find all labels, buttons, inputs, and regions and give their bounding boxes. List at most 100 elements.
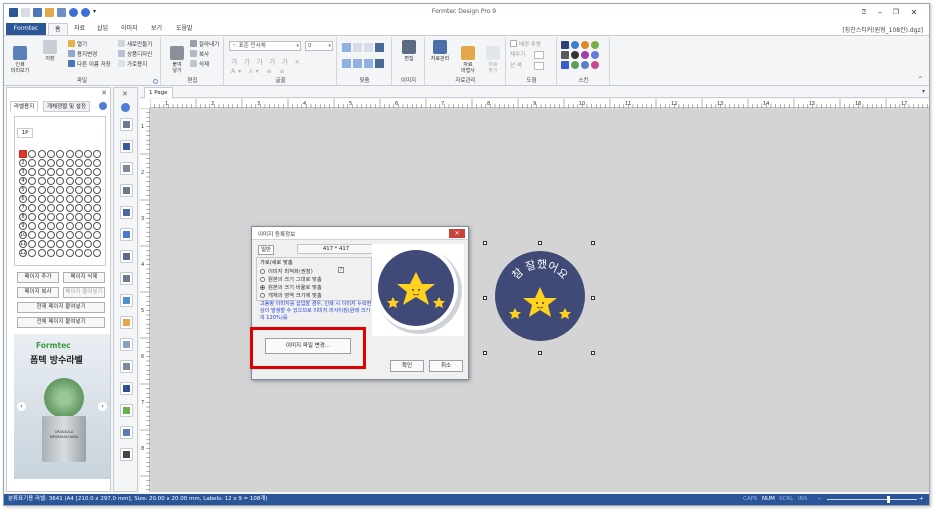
label-cell[interactable] [46, 168, 55, 176]
refresh-icon[interactable] [99, 102, 107, 110]
label-cell[interactable] [93, 240, 102, 248]
label-cell[interactable] [93, 186, 102, 194]
badge-tool-icon[interactable] [120, 316, 133, 329]
label-cell[interactable] [56, 195, 65, 203]
label-cell[interactable] [46, 195, 55, 203]
label-cell[interactable] [74, 213, 83, 221]
label-cell[interactable] [56, 249, 65, 257]
label-cell[interactable] [84, 186, 93, 194]
data-mgmt-button[interactable]: 자료관리 [428, 40, 452, 62]
restore-button[interactable]: ❐ [889, 7, 903, 18]
zoom-slider-thumb[interactable] [887, 496, 890, 503]
strip-settings-icon[interactable] [121, 103, 130, 112]
open-folder-icon[interactable] [45, 8, 54, 17]
cut-button[interactable]: 잘라내기 [190, 40, 219, 49]
label-cell[interactable] [65, 168, 74, 176]
tab-general[interactable]: 일반 [258, 245, 274, 255]
label-cell[interactable] [46, 231, 55, 239]
label-cell[interactable] [84, 249, 93, 257]
label-cell[interactable] [65, 177, 74, 185]
add-page-button[interactable]: 페이지 추가 [17, 272, 59, 283]
paper-change-button[interactable]: 용지변경 [68, 50, 97, 59]
label-cell[interactable]: 11 [19, 240, 27, 248]
label-cell[interactable] [28, 213, 37, 221]
crop-tool-icon[interactable] [120, 140, 133, 153]
skin-swatch[interactable] [571, 61, 579, 69]
font-size-select[interactable]: 0 [305, 41, 333, 51]
clipart-tool-icon[interactable] [120, 426, 133, 439]
tab-object-settings[interactable]: 개체정렬 및 설정 [43, 101, 90, 112]
label-cell[interactable] [74, 204, 83, 212]
label-cell[interactable] [74, 168, 83, 176]
label-cell[interactable] [93, 222, 102, 230]
valign-top-icon[interactable] [342, 59, 351, 68]
label-cell[interactable]: 12 [19, 249, 27, 257]
page-settings-button[interactable]: 가로용지 [118, 60, 147, 69]
skin-swatch[interactable] [561, 61, 569, 69]
redo-icon[interactable] [81, 8, 90, 17]
ok-button[interactable]: 확인 [390, 360, 424, 372]
tab-insert[interactable]: 삽입 [91, 23, 114, 35]
label-cell[interactable] [84, 231, 93, 239]
panel-close-icon[interactable]: ✕ [101, 89, 107, 97]
label-cell[interactable] [93, 177, 102, 185]
label-cell[interactable]: 8 [19, 213, 27, 221]
undo-icon[interactable] [69, 8, 78, 17]
label-cell[interactable] [84, 159, 93, 167]
page-tab-1p[interactable]: 1P [17, 128, 33, 138]
select-tool-icon[interactable] [120, 118, 133, 131]
label-cell[interactable] [74, 150, 83, 158]
copy-page-button[interactable]: 페이지 복사 [17, 287, 59, 298]
label-cell[interactable] [46, 159, 55, 167]
tab-label-paper[interactable]: 라벨용지 [10, 101, 39, 112]
print-preview-button[interactable]: 인쇄 미리보기 [8, 40, 32, 74]
label-cell[interactable] [56, 150, 65, 158]
label-cell[interactable] [28, 159, 37, 167]
label-cell[interactable] [37, 240, 46, 248]
new-make-button[interactable]: 새로만들기 [118, 40, 152, 49]
label-cell[interactable] [65, 204, 74, 212]
label-cell[interactable]: 6 [19, 195, 27, 203]
transparent-bg-checkbox[interactable]: 배경 투명 [510, 40, 541, 49]
copy-button[interactable]: 복사 [190, 50, 209, 59]
new-doc-icon[interactable] [21, 8, 30, 17]
font-style-buttons[interactable]: 가 가 가 가 가 × [231, 57, 302, 67]
label-cell[interactable] [56, 213, 65, 221]
label-cell[interactable] [28, 204, 37, 212]
align-center-icon[interactable] [353, 43, 362, 52]
fill-color-swatch[interactable] [534, 51, 544, 59]
label-cell[interactable] [56, 168, 65, 176]
valign-bottom-icon[interactable] [364, 59, 373, 68]
resize-handle[interactable] [483, 351, 487, 355]
dialog-close-button[interactable]: ✕ [449, 229, 465, 238]
label-cell[interactable] [93, 231, 102, 239]
line-tool-icon[interactable] [120, 338, 133, 351]
label-cell[interactable] [74, 195, 83, 203]
label-cell[interactable] [28, 222, 37, 230]
tab-home[interactable]: 홈 [48, 23, 68, 35]
photo-tool-icon[interactable] [120, 404, 133, 417]
selected-sticker-object[interactable]: 참 잘했어요 [483, 241, 597, 355]
magic-tool-icon[interactable] [120, 228, 133, 241]
tab-help[interactable]: 도움말 [170, 23, 199, 35]
label-cell[interactable] [93, 195, 102, 203]
label-cell[interactable] [84, 177, 93, 185]
quick-access-dropdown-icon[interactable]: ▾ [93, 8, 96, 15]
tab-data[interactable]: 자료 [68, 23, 91, 35]
zoom-in-button[interactable]: + [919, 494, 924, 505]
label-cell[interactable] [74, 186, 83, 194]
data-import-button[interactable]: 자료 찾기 [481, 40, 505, 74]
label-cell[interactable] [65, 150, 74, 158]
paste-page-button[interactable]: 페이지 붙여넣기 [63, 287, 105, 298]
label-cell[interactable] [84, 195, 93, 203]
resize-handle[interactable] [538, 351, 542, 355]
label-cell[interactable] [74, 231, 83, 239]
label-cell[interactable] [37, 222, 46, 230]
tab-image[interactable]: 이미지 [115, 23, 144, 35]
skin-swatch[interactable] [591, 61, 599, 69]
label-cell[interactable] [65, 195, 74, 203]
label-cell[interactable] [37, 231, 46, 239]
skin-swatch[interactable] [581, 51, 589, 59]
skin-swatch[interactable] [591, 51, 599, 59]
data-merge-button[interactable]: 자료 마법사 [456, 40, 480, 74]
